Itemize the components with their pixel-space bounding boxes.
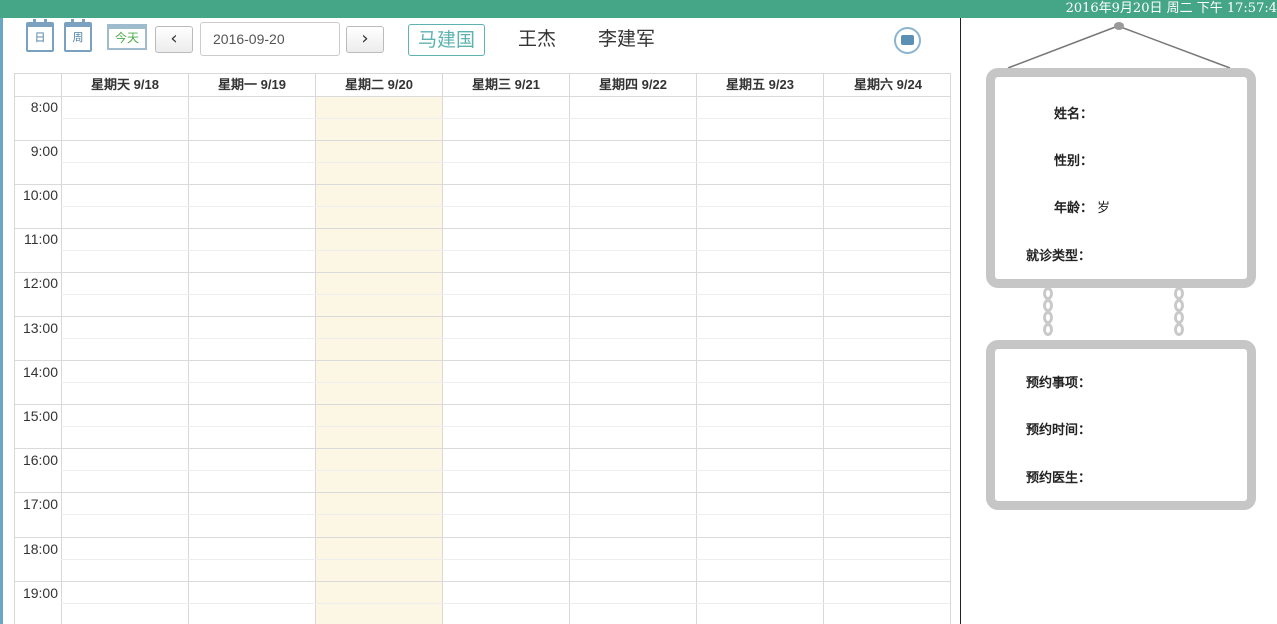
- age-label: 年龄：: [1054, 201, 1094, 216]
- hour-line: [15, 96, 951, 97]
- time-label: 16:00: [22, 452, 58, 468]
- time-label: 17:00: [22, 496, 58, 512]
- chain-right: [1174, 287, 1184, 340]
- time-label: 14:00: [22, 364, 58, 380]
- left-edge: [0, 18, 3, 624]
- appointment-item-field: 预约事项：: [1026, 372, 1091, 391]
- hour-line: [15, 537, 951, 538]
- gender-label: 性别：: [1054, 154, 1094, 169]
- doctor-tab-wang-jie[interactable]: 王杰: [518, 24, 556, 56]
- week-view-icon[interactable]: 周: [64, 19, 92, 52]
- day-header-today: 星期二 9/20: [315, 74, 442, 96]
- patient-gender-field: 性别：: [1054, 150, 1093, 169]
- name-label: 姓名：: [1054, 107, 1094, 122]
- day-header: 星期五 9/23: [696, 74, 823, 96]
- doctor-tab-ma-jianguo[interactable]: 马建国: [408, 24, 486, 56]
- day-header: 星期六 9/24: [823, 74, 951, 96]
- half-hour-line: [61, 382, 951, 383]
- hour-line: [15, 360, 951, 361]
- time-label: 11:00: [24, 231, 58, 247]
- half-hour-line: [61, 603, 951, 604]
- appointment-doctor-label: 预约医生：: [1026, 471, 1092, 486]
- half-hour-line: [61, 514, 951, 515]
- time-label: 8:00: [30, 99, 58, 115]
- appointment-time-label: 预约时间：: [1026, 423, 1092, 438]
- half-hour-line: [61, 118, 951, 119]
- half-hour-line: [61, 426, 951, 427]
- appointment-item-label: 预约事项：: [1026, 376, 1092, 391]
- grid-right-border: [950, 73, 951, 624]
- time-label: 19:00: [22, 585, 58, 601]
- today-icon[interactable]: 今天: [107, 24, 147, 50]
- half-hour-line: [61, 162, 951, 163]
- chain-left: [1043, 287, 1053, 340]
- hour-line: [15, 184, 951, 185]
- day-header: 星期四 9/22: [569, 74, 696, 96]
- date-input[interactable]: [200, 22, 340, 56]
- hour-line: [15, 581, 951, 582]
- hour-line: [15, 272, 951, 273]
- clock-text: 2016年9月20日 周二 下午 17:57:4: [1065, 1, 1277, 16]
- half-hour-line: [61, 470, 951, 471]
- patient-age-field: 年龄：岁: [1054, 197, 1110, 216]
- half-hour-line: [61, 294, 951, 295]
- time-label: 10:00: [22, 187, 58, 203]
- prev-button[interactable]: ‹: [155, 26, 193, 53]
- doctor-tab-li-jianjun[interactable]: 李建军: [598, 24, 655, 56]
- time-label: 9:00: [30, 143, 58, 159]
- camera-icon[interactable]: [894, 27, 921, 54]
- day-header: 星期天 9/18: [61, 74, 188, 96]
- half-hour-line: [61, 250, 951, 251]
- hour-line: [15, 228, 951, 229]
- next-button[interactable]: ›: [346, 26, 384, 53]
- time-label: 18:00: [22, 541, 58, 557]
- half-hour-line: [61, 338, 951, 339]
- appointment-doctor-field: 预约医生：: [1026, 467, 1091, 486]
- hour-line: [15, 316, 951, 317]
- hour-line: [15, 492, 951, 493]
- age-unit: 岁: [1097, 201, 1111, 216]
- hour-line: [15, 448, 951, 449]
- half-hour-line: [61, 206, 951, 207]
- patient-info-board: 姓名： 性别： 年龄：岁 就诊类型：: [986, 68, 1256, 288]
- day-view-icon[interactable]: 日: [26, 19, 54, 52]
- time-label: 15:00: [22, 408, 58, 424]
- top-status-bar: 2016年9月20日 周二 下午 17:57:4: [0, 0, 1277, 18]
- visit-type-label: 就诊类型：: [1026, 249, 1092, 264]
- appointment-time-field: 预约时间：: [1026, 419, 1091, 438]
- visit-type-field: 就诊类型：: [1026, 245, 1091, 264]
- week-calendar-grid: 星期天 9/18 星期一 9/19 星期二 9/20 星期三 9/21 星期四 …: [14, 73, 951, 624]
- hour-line: [15, 140, 951, 141]
- time-label: 12:00: [22, 275, 58, 291]
- day-header: 星期一 9/19: [188, 74, 315, 96]
- panel-divider: [960, 18, 961, 624]
- time-label: 13:00: [22, 320, 58, 336]
- day-header: 星期三 9/21: [442, 74, 569, 96]
- hour-line: [15, 404, 951, 405]
- patient-name-field: 姓名：: [1054, 103, 1093, 122]
- calendar-toolbar: 日 周 今天 ‹ › 马建国 王杰 李建军: [14, 19, 954, 62]
- time-gutter-header: [15, 74, 61, 96]
- half-hour-line: [61, 559, 951, 560]
- appointment-info-board: 预约事项： 预约时间： 预约医生：: [986, 340, 1256, 510]
- nail-icon: [1114, 22, 1124, 30]
